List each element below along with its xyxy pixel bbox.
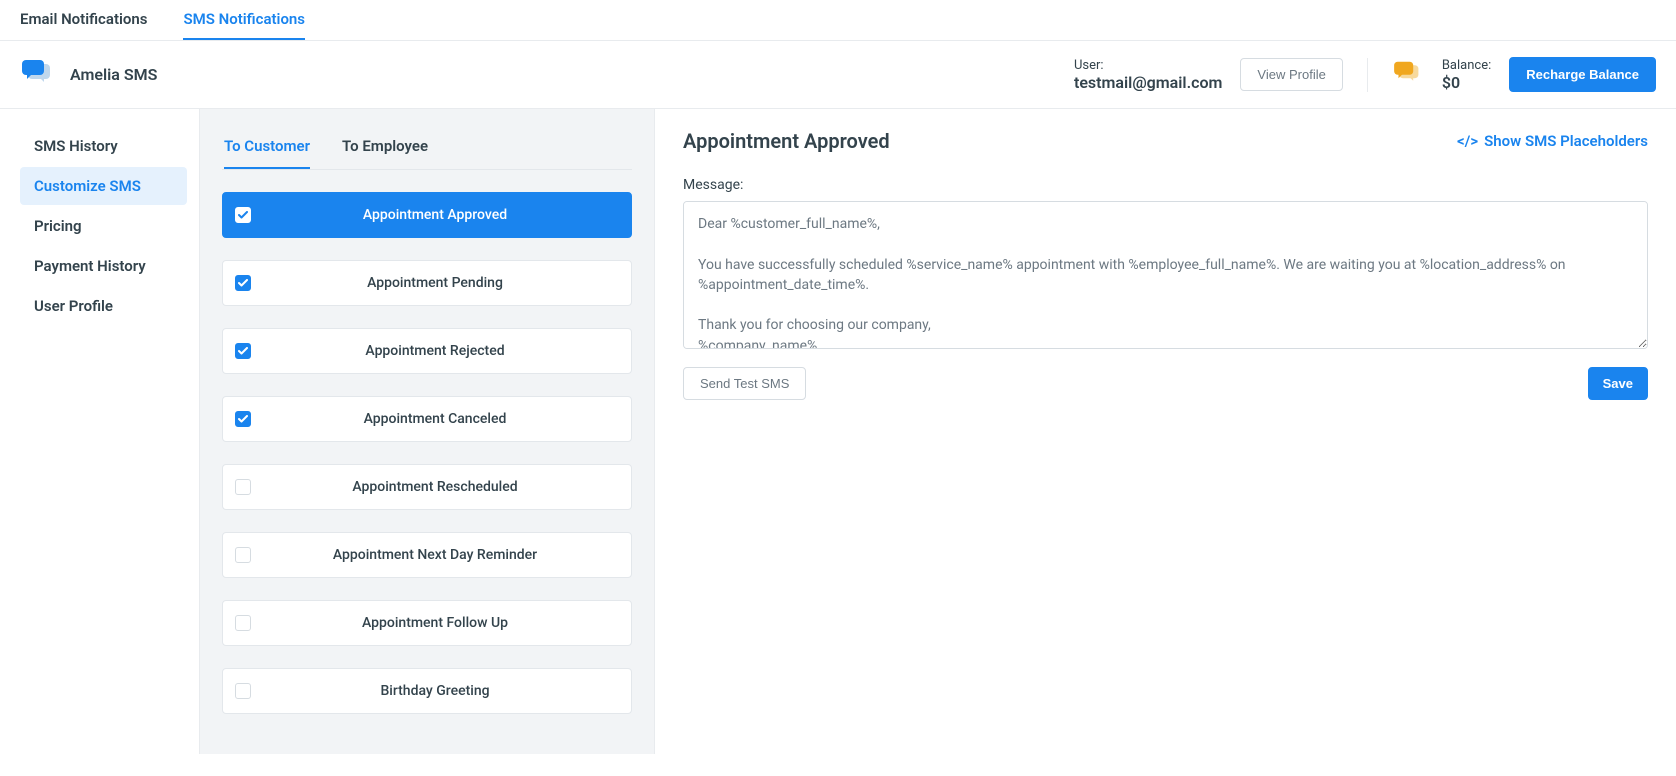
- tab-email-notifications[interactable]: Email Notifications: [20, 10, 147, 40]
- notif-checkbox[interactable]: [235, 547, 251, 563]
- notif-label: Birthday Greeting: [251, 683, 619, 699]
- brand: Amelia SMS: [20, 58, 157, 92]
- notif-checkbox[interactable]: [235, 343, 251, 359]
- notif-card-appointment-follow-up[interactable]: Appointment Follow Up: [222, 600, 632, 646]
- notif-card-appointment-rejected[interactable]: Appointment Rejected: [222, 328, 632, 374]
- notif-card-appointment-next-day-reminder[interactable]: Appointment Next Day Reminder: [222, 532, 632, 578]
- editor-title: Appointment Approved: [683, 129, 890, 153]
- notif-checkbox[interactable]: [235, 479, 251, 495]
- sidebar-item-payment-history[interactable]: Payment History: [20, 247, 187, 285]
- sidebar: SMS History Customize SMS Pricing Paymen…: [0, 109, 200, 754]
- notif-checkbox[interactable]: [235, 615, 251, 631]
- chat-bubbles-icon: [20, 58, 56, 92]
- view-profile-button[interactable]: View Profile: [1240, 58, 1342, 91]
- notif-label: Appointment Rejected: [251, 343, 619, 359]
- editor-column: Appointment Approved </> Show SMS Placeh…: [655, 109, 1676, 754]
- message-label: Message:: [683, 177, 1648, 193]
- sidebar-item-customize-sms[interactable]: Customize SMS: [20, 167, 187, 205]
- user-label: User:: [1074, 58, 1222, 73]
- sidebar-item-user-profile[interactable]: User Profile: [20, 287, 187, 325]
- top-tabs: Email Notifications SMS Notifications: [0, 0, 1676, 41]
- notif-label: Appointment Canceled: [251, 411, 619, 427]
- tab-to-employee[interactable]: To Employee: [342, 131, 428, 169]
- notif-card-appointment-pending[interactable]: Appointment Pending: [222, 260, 632, 306]
- notif-card-birthday-greeting[interactable]: Birthday Greeting: [222, 668, 632, 714]
- chat-bubbles-balance-icon: [1392, 60, 1424, 90]
- user-block: User: testmail@gmail.com View Profile: [1074, 58, 1368, 92]
- notif-label: Appointment Follow Up: [251, 615, 619, 631]
- code-icon: </>: [1457, 132, 1478, 150]
- sidebar-item-sms-history[interactable]: SMS History: [20, 127, 187, 165]
- balance-value: $0: [1442, 73, 1491, 92]
- notifications-column: To Customer To Employee Appointment Appr…: [200, 109, 655, 754]
- brand-title: Amelia SMS: [70, 65, 157, 84]
- sidebar-item-pricing[interactable]: Pricing: [20, 207, 187, 245]
- send-test-sms-button[interactable]: Send Test SMS: [683, 367, 806, 400]
- message-textarea[interactable]: [683, 201, 1648, 349]
- notif-label: Appointment Next Day Reminder: [251, 547, 619, 563]
- notif-checkbox[interactable]: [235, 411, 251, 427]
- editor-actions: Send Test SMS Save: [683, 367, 1648, 400]
- recharge-balance-button[interactable]: Recharge Balance: [1509, 57, 1656, 92]
- notif-checkbox[interactable]: [235, 207, 251, 223]
- tab-to-customer[interactable]: To Customer: [224, 131, 310, 169]
- show-placeholders-link[interactable]: </> Show SMS Placeholders: [1457, 132, 1648, 150]
- notif-card-appointment-approved[interactable]: Appointment Approved: [222, 192, 632, 238]
- notif-checkbox[interactable]: [235, 683, 251, 699]
- notif-card-appointment-rescheduled[interactable]: Appointment Rescheduled: [222, 464, 632, 510]
- balance-block: Balance: $0 Recharge Balance: [1368, 57, 1656, 92]
- main-layout: SMS History Customize SMS Pricing Paymen…: [0, 109, 1676, 754]
- save-button[interactable]: Save: [1588, 367, 1648, 400]
- placeholders-link-label: Show SMS Placeholders: [1484, 132, 1648, 150]
- editor-header: Appointment Approved </> Show SMS Placeh…: [683, 129, 1648, 153]
- sub-tabs: To Customer To Employee: [222, 127, 632, 170]
- tab-sms-notifications[interactable]: SMS Notifications: [183, 10, 305, 40]
- notif-card-appointment-canceled[interactable]: Appointment Canceled: [222, 396, 632, 442]
- notif-label: Appointment Approved: [251, 207, 619, 223]
- header-bar: Amelia SMS User: testmail@gmail.com View…: [0, 41, 1676, 109]
- notif-label: Appointment Pending: [251, 275, 619, 291]
- balance-label: Balance:: [1442, 58, 1491, 73]
- user-email: testmail@gmail.com: [1074, 73, 1222, 92]
- notif-label: Appointment Rescheduled: [251, 479, 619, 495]
- notif-checkbox[interactable]: [235, 275, 251, 291]
